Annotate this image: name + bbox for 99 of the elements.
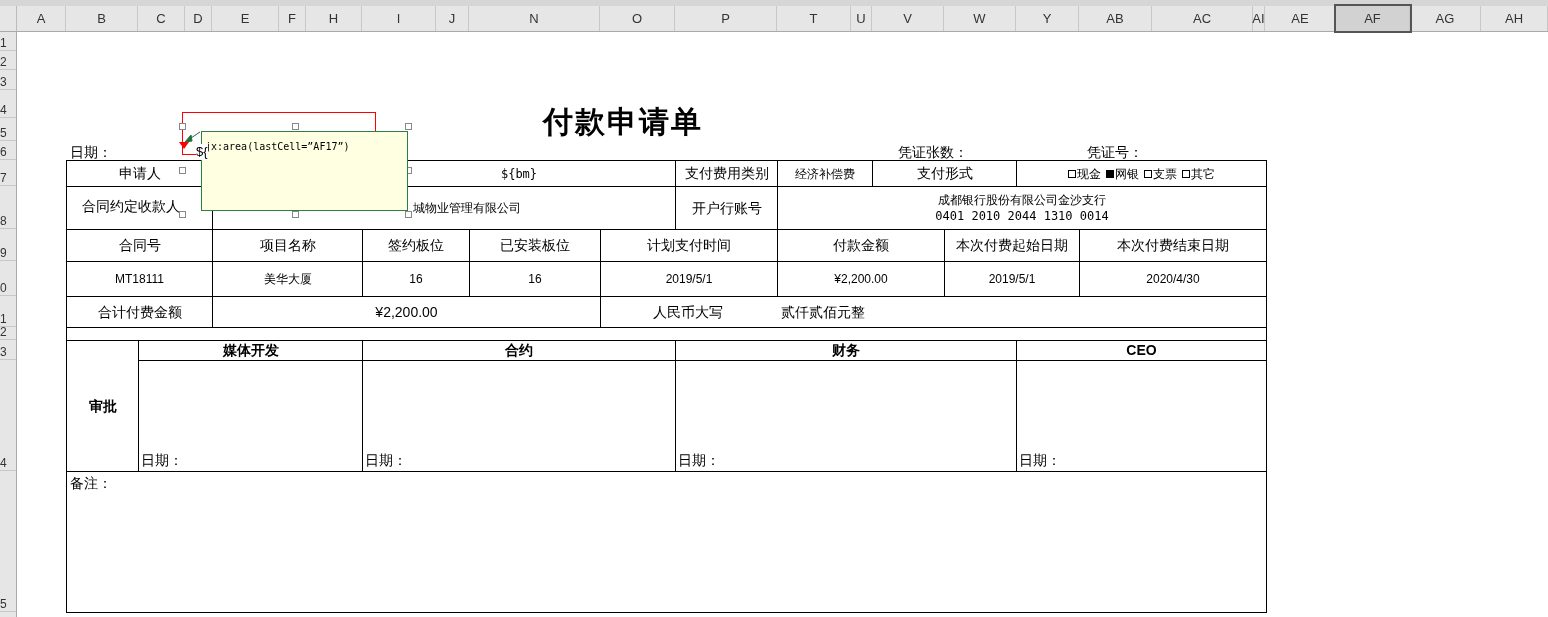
- column-header[interactable]: V: [872, 6, 944, 31]
- resize-handle[interactable]: [405, 123, 412, 130]
- column-header[interactable]: J: [436, 6, 469, 31]
- column-heading: 项目名称: [259, 236, 316, 255]
- row-number[interactable]: 1: [0, 36, 7, 50]
- comment-arrow-icon: [184, 131, 201, 144]
- column-heading: 本次付费起始日期: [956, 236, 1068, 255]
- column-header[interactable]: N: [469, 6, 600, 31]
- resize-handle[interactable]: [179, 123, 186, 130]
- cell-text: ${: [196, 144, 208, 160]
- column-heading: 计划支付时间: [647, 236, 731, 255]
- checkbox[interactable]: [1182, 169, 1190, 178]
- voucher-count-label: 凭证张数：: [897, 144, 968, 160]
- row-number[interactable]: 4: [0, 103, 7, 117]
- column-header[interactable]: H: [306, 6, 362, 31]
- checkbox[interactable]: [1144, 169, 1152, 178]
- table-cell-text: MT18111: [115, 271, 164, 288]
- payment-method-label: 支付形式: [916, 164, 973, 183]
- resize-handle[interactable]: [292, 211, 299, 218]
- table-cell-text: 16: [528, 271, 542, 288]
- table-cell-text: 2020/4/30: [1146, 271, 1200, 288]
- approver-title: 合约: [505, 341, 533, 360]
- remarks-label: 备注：: [70, 475, 112, 491]
- column-header[interactable]: F: [279, 6, 306, 31]
- signature-date-label: 日期：: [678, 451, 720, 470]
- option-label: 现金: [1077, 165, 1101, 183]
- table-cell-text: 2019/5/1: [988, 271, 1036, 288]
- column-header[interactable]: W: [944, 6, 1016, 31]
- column-header[interactable]: E: [212, 6, 279, 31]
- bank-account: 0401 2010 2044 1310 0014: [935, 208, 1109, 224]
- approver-title: 媒体开发: [222, 341, 279, 360]
- column-heading: 付款金额: [833, 236, 889, 255]
- row-number[interactable]: 4: [0, 456, 7, 470]
- column-header[interactable]: A: [17, 6, 66, 31]
- column-heading: 签约板位: [388, 236, 444, 255]
- row-number[interactable]: 5: [0, 597, 7, 611]
- checkbox[interactable]: [1068, 169, 1076, 178]
- column-header[interactable]: O: [600, 6, 675, 31]
- signature-date-label: 日期：: [365, 451, 407, 470]
- rmb-label: 人民币大写: [653, 302, 724, 322]
- form-title: 付款申请单: [543, 103, 703, 141]
- checkbox[interactable]: [1106, 169, 1114, 178]
- column-header[interactable]: AI: [1253, 6, 1265, 31]
- signature-date-label: 日期：: [1019, 451, 1061, 470]
- bank-name: 成都银行股份有限公司金沙支行: [938, 192, 1106, 208]
- total-label: 合计付费金额: [97, 302, 182, 322]
- applicant-label: 申请人: [118, 164, 161, 183]
- column-heading: 已安装板位: [500, 236, 570, 255]
- column-header[interactable]: I: [362, 6, 436, 31]
- row-number[interactable]: 0: [0, 281, 7, 295]
- department-value: ${bm}: [500, 165, 538, 183]
- table-cell-text: 2019/5/1: [665, 271, 713, 288]
- payee-value: 城物业管理有限公司: [413, 200, 521, 217]
- expense-type-value: 经济补偿费: [795, 165, 855, 183]
- signature-date-label: 日期：: [141, 451, 183, 470]
- table-cell-text: 16: [409, 271, 423, 288]
- resize-handle[interactable]: [179, 167, 186, 174]
- voucher-number-label: 凭证号：: [1086, 144, 1143, 160]
- column-header[interactable]: AB: [1079, 6, 1152, 31]
- row-number[interactable]: 6: [0, 145, 7, 159]
- payee-label: 合同约定收款人: [81, 198, 180, 214]
- row-number[interactable]: 3: [0, 75, 7, 89]
- row-number[interactable]: 7: [0, 171, 7, 185]
- approver-title: CEO: [1126, 341, 1157, 360]
- row-number[interactable]: 8: [0, 214, 7, 228]
- column-header[interactable]: AC: [1152, 6, 1253, 31]
- total-value: ¥2,200.00: [375, 302, 438, 322]
- option-label: 其它: [1191, 165, 1215, 183]
- column-header[interactable]: P: [675, 6, 777, 31]
- option-label: 网银: [1115, 165, 1139, 183]
- row-number[interactable]: 5: [0, 126, 7, 140]
- rmb-value: 贰仟贰佰元整: [781, 302, 865, 322]
- resize-handle[interactable]: [292, 123, 299, 130]
- column-header[interactable]: C: [138, 6, 185, 31]
- column-header[interactable]: T: [777, 6, 851, 31]
- option-label: 支票: [1153, 165, 1177, 183]
- row-number[interactable]: 9: [0, 246, 7, 260]
- resize-handle[interactable]: [405, 211, 412, 218]
- bank-label: 开户行账号: [691, 198, 762, 218]
- column-header[interactable]: AF: [1336, 6, 1410, 31]
- resize-handle[interactable]: [179, 211, 186, 218]
- column-heading: 本次付费结束日期: [1117, 236, 1229, 255]
- row-number[interactable]: 2: [0, 55, 7, 69]
- column-header[interactable]: Y: [1016, 6, 1079, 31]
- table-cell-text: 美华大厦: [263, 271, 312, 288]
- date-label: 日期：: [70, 144, 112, 160]
- column-header[interactable]: AG: [1410, 6, 1481, 31]
- row-number[interactable]: 2: [0, 325, 7, 339]
- row-number[interactable]: 1: [0, 312, 7, 326]
- column-header[interactable]: D: [185, 6, 212, 31]
- table-cell-text: ¥2,200.00: [834, 271, 888, 288]
- approval-label: 审批: [88, 396, 117, 416]
- column-header[interactable]: U: [851, 6, 872, 31]
- approver-title: 财务: [832, 341, 860, 360]
- column-header[interactable]: B: [66, 6, 138, 31]
- expense-type-label: 支付费用类别: [684, 164, 769, 183]
- row-number[interactable]: 3: [0, 345, 7, 359]
- column-header[interactable]: AH: [1481, 6, 1548, 31]
- column-heading: 合同号: [118, 236, 161, 255]
